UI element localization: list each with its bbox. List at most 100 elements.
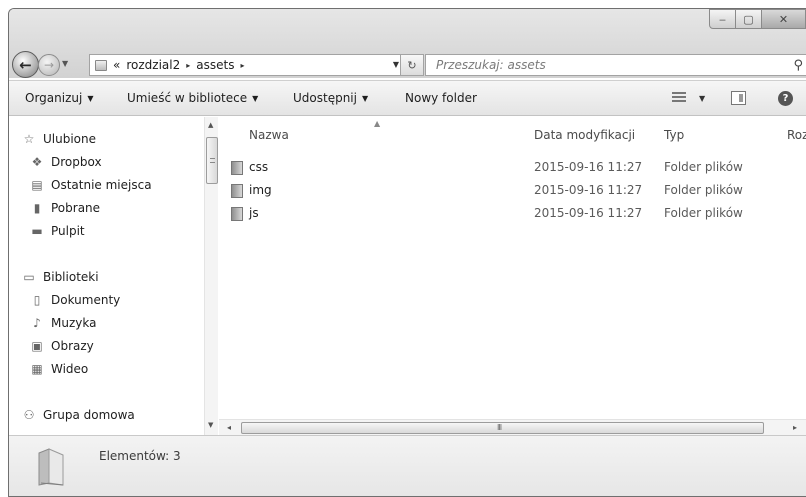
share-menu-button[interactable]: Udostępnij ▼ (293, 91, 368, 105)
nav-label: Muzyka (51, 316, 97, 330)
nav-item-music[interactable]: ♪ Muzyka (29, 316, 96, 330)
nav-item-dropbox[interactable]: ❖ Dropbox (29, 155, 102, 169)
file-type: Folder plików (664, 183, 743, 197)
maximize-button[interactable]: ▢ (736, 9, 762, 29)
window-controls: ‒ ▢ ✕ (709, 9, 806, 31)
window-chrome: ‒ ▢ ✕ ← → ▼ « rozdzial2 ▸ assets ▸ ▼ ↻ ⚲ (9, 9, 806, 78)
sort-ascending-icon: ▲ (374, 119, 381, 128)
nav-label: Dropbox (51, 155, 102, 169)
address-bar[interactable]: « rozdzial2 ▸ assets ▸ ▼ (89, 54, 420, 76)
homegroup-icon: ⚇ (23, 408, 35, 422)
grip-icon (210, 158, 215, 163)
grip-icon: III (497, 423, 502, 432)
column-header-date[interactable]: Data modyfikacji (534, 128, 635, 142)
command-toolbar: Organizuj ▼ Umieść w bibliotece ▼ Udostępn… (9, 80, 806, 116)
folder-icon (231, 184, 243, 198)
column-header-size[interactable]: Roz (787, 128, 806, 142)
navigation-scrollbar[interactable]: ▲ ▼ (204, 117, 218, 435)
file-date: 2015-09-16 11:27 (534, 160, 643, 174)
file-row[interactable]: js 2015-09-16 11:27 Folder plików (219, 203, 806, 225)
breadcrumb-overflow[interactable]: « (113, 58, 120, 72)
scroll-right-icon[interactable]: ▸ (793, 423, 797, 432)
file-date: 2015-09-16 11:27 (534, 183, 643, 197)
nav-label: Grupa domowa (43, 408, 135, 422)
nav-label: Pobrane (51, 201, 101, 215)
film-icon: ▦ (31, 362, 43, 376)
picture-icon: ▣ (31, 339, 43, 353)
preview-pane-icon[interactable] (731, 91, 746, 105)
organize-menu-button[interactable]: Organizuj ▼ (25, 91, 93, 105)
breadcrumb-assets[interactable]: assets (196, 58, 234, 72)
star-icon: ☆ (23, 132, 35, 146)
include-library-menu-button[interactable]: Umieść w bibliotece ▼ (127, 91, 258, 105)
explorer-window: ‒ ▢ ✕ ← → ▼ « rozdzial2 ▸ assets ▸ ▼ ↻ ⚲ (8, 8, 806, 497)
share-label: Udostępnij (293, 91, 357, 105)
chevron-down-icon: ▼ (252, 94, 259, 103)
column-header-type[interactable]: Typ (664, 128, 684, 142)
scroll-up-icon[interactable]: ▲ (208, 121, 213, 129)
recent-pages-dropdown-icon[interactable]: ▼ (62, 59, 68, 68)
nav-item-downloads[interactable]: ▮ Pobrane (29, 201, 100, 215)
back-button[interactable]: ← (12, 51, 39, 78)
chevron-down-icon: ▼ (361, 94, 369, 103)
file-row[interactable]: css 2015-09-16 11:27 Folder plików (219, 157, 806, 179)
nav-item-libraries[interactable]: ▭ Biblioteki (21, 270, 99, 284)
close-button[interactable]: ✕ (762, 9, 806, 29)
new-folder-button[interactable]: Nowy folder (405, 91, 477, 105)
file-name: css (249, 160, 269, 174)
nav-item-pictures[interactable]: ▣ Obrazy (29, 339, 93, 353)
folder-large-icon (38, 448, 64, 486)
nav-label: Wideo (51, 362, 89, 376)
desktop-icon: ▬ (31, 224, 43, 238)
scroll-down-icon[interactable]: ▼ (208, 421, 213, 429)
refresh-arrows-icon: ↻ (407, 58, 417, 72)
nav-item-documents[interactable]: ▯ Dokumenty (29, 293, 121, 307)
arrow-left-icon: ← (19, 55, 32, 74)
recent-places-icon: ▤ (31, 178, 43, 192)
file-type: Folder plików (664, 206, 743, 220)
forward-button[interactable]: → (38, 54, 60, 76)
search-icon[interactable]: ⚲ (793, 58, 803, 73)
search-input[interactable] (436, 58, 756, 72)
folder-icon (95, 59, 107, 71)
libraries-icon: ▭ (23, 270, 35, 284)
view-options-dropdown-icon[interactable]: ▼ (699, 94, 705, 103)
file-row[interactable]: img 2015-09-16 11:27 Folder plików (219, 180, 806, 202)
minimize-button[interactable]: ‒ (709, 9, 736, 29)
breadcrumb-rozdzial2[interactable]: rozdzial2 (126, 58, 180, 72)
file-date: 2015-09-16 11:27 (534, 206, 643, 220)
nav-item-desktop[interactable]: ▬ Pulpit (29, 224, 85, 238)
help-icon[interactable]: ? (778, 91, 793, 106)
file-list: Nazwa ▲ Data modyfikacji Typ Roz css 201… (219, 117, 806, 435)
nav-label: Ulubione (43, 132, 97, 146)
nav-item-recent-places[interactable]: ▤ Ostatnie miejsca (29, 178, 152, 192)
address-history-dropdown-icon[interactable]: ▼ (393, 60, 399, 69)
arrow-right-icon: → (43, 58, 55, 72)
breadcrumb-chevron-icon[interactable]: ▸ (186, 61, 190, 70)
nav-label: Ostatnie miejsca (51, 178, 152, 192)
file-list-hscrollbar[interactable]: ◂ III ▸ (219, 419, 806, 435)
nav-label: Dokumenty (51, 293, 121, 307)
breadcrumb-chevron-icon[interactable]: ▸ (240, 61, 244, 70)
nav-item-homegroup[interactable]: ⚇ Grupa domowa (21, 408, 135, 422)
nav-label: Biblioteki (43, 270, 99, 284)
file-name: js (249, 206, 259, 220)
nav-label: Pulpit (51, 224, 85, 238)
nav-item-favorites[interactable]: ☆ Ulubione (21, 132, 96, 146)
organize-label: Organizuj (25, 91, 83, 105)
nav-item-videos[interactable]: ▦ Wideo (29, 362, 88, 376)
item-count: Elementów: 3 (99, 449, 181, 463)
document-icon: ▯ (33, 293, 41, 307)
change-view-icon[interactable] (672, 92, 686, 103)
search-box[interactable]: ⚲ (425, 54, 806, 76)
downloads-folder-icon: ▮ (33, 201, 41, 215)
scrollbar-thumb[interactable] (206, 137, 218, 184)
folder-icon (231, 161, 243, 175)
column-header-name[interactable]: Nazwa (249, 128, 289, 142)
scrollbar-thumb[interactable]: III (241, 422, 764, 434)
music-note-icon: ♪ (33, 316, 41, 330)
scroll-left-icon[interactable]: ◂ (227, 423, 231, 432)
refresh-button[interactable]: ↻ (400, 54, 424, 76)
file-name: img (249, 183, 272, 197)
chevron-down-icon: ▼ (87, 94, 94, 103)
